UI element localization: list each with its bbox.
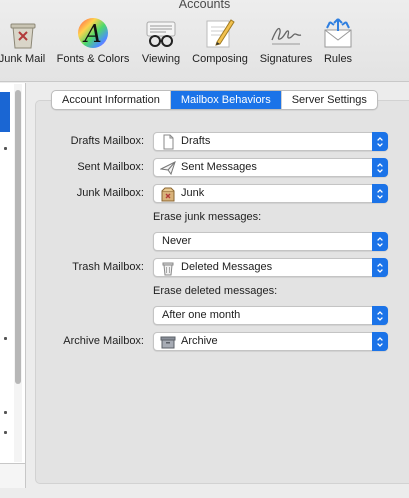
- drafts-mailbox-label: Drafts Mailbox:: [70, 135, 144, 147]
- chevron-updown-icon: [372, 332, 388, 351]
- rules-envelope-icon: [321, 16, 355, 50]
- erase-junk-popup[interactable]: Never: [153, 232, 388, 251]
- toolbar-composing[interactable]: Composing: [188, 16, 252, 72]
- toolbar-label: Signatures: [259, 53, 313, 65]
- sent-mailbox-label: Sent Mailbox:: [77, 161, 144, 173]
- chevron-updown-icon: [372, 158, 388, 177]
- svg-text:A: A: [82, 20, 101, 48]
- popup-value: Drafts: [181, 135, 211, 147]
- toolbar: Accounts Junk Mail A Fonts & Colors View…: [0, 0, 409, 82]
- popup-value: After one month: [162, 309, 241, 321]
- chevron-updown-icon: [372, 232, 388, 251]
- trash-icon: [160, 260, 176, 276]
- document-icon: [160, 134, 176, 150]
- erase-deleted-label: Erase deleted messages:: [153, 285, 278, 297]
- account-row-marker: [4, 147, 7, 150]
- sidebar-bottom-bar: [0, 463, 26, 488]
- toolbar-fonts-colors[interactable]: A Fonts & Colors: [53, 16, 133, 72]
- toolbar-label: Viewing: [141, 53, 181, 65]
- archive-mailbox-popup[interactable]: Archive: [153, 332, 388, 351]
- tab-bar: Account Information Mailbox Behaviors Se…: [51, 90, 378, 110]
- viewing-glasses-icon: [144, 16, 178, 50]
- trash-mailbox-label: Trash Mailbox:: [72, 261, 144, 273]
- toolbar-label: Composing: [192, 53, 248, 65]
- drafts-mailbox-popup[interactable]: Drafts: [153, 132, 388, 151]
- toolbar-label: Fonts & Colors: [56, 53, 130, 65]
- trash-mailbox-popup[interactable]: Deleted Messages: [153, 258, 388, 277]
- erase-deleted-popup[interactable]: After one month: [153, 306, 388, 325]
- popup-value: Sent Messages: [181, 161, 257, 173]
- archive-box-icon: [160, 334, 176, 350]
- popup-value: Archive: [181, 335, 218, 347]
- toolbar-label: Rules: [323, 53, 353, 65]
- chevron-updown-icon: [372, 258, 388, 277]
- toolbar-junk-mail[interactable]: Junk Mail: [0, 16, 48, 72]
- popup-value: Never: [162, 235, 192, 247]
- fonts-colors-icon: A: [76, 16, 110, 50]
- signature-icon: [269, 16, 303, 50]
- toolbar-signatures[interactable]: Signatures: [256, 16, 316, 72]
- composing-pencil-icon: [203, 16, 237, 50]
- sent-mailbox-popup[interactable]: Sent Messages: [153, 158, 388, 177]
- popup-value: Junk: [181, 187, 205, 199]
- window-title: Accounts: [178, 0, 231, 11]
- chevron-updown-icon: [372, 306, 388, 325]
- tab-mailbox-behaviors[interactable]: Mailbox Behaviors: [170, 91, 282, 109]
- selected-account-row[interactable]: [0, 92, 10, 132]
- account-row-marker: [4, 411, 7, 414]
- junk-box-icon: [160, 186, 176, 202]
- junk-mail-icon: [5, 16, 39, 50]
- account-row-marker: [4, 431, 7, 434]
- chevron-updown-icon: [372, 132, 388, 151]
- chevron-updown-icon: [372, 184, 388, 203]
- paper-plane-icon: [159, 160, 176, 176]
- erase-junk-label: Erase junk messages:: [153, 211, 262, 223]
- toolbar-rules[interactable]: Rules: [320, 16, 356, 72]
- toolbar-viewing[interactable]: Viewing: [138, 16, 184, 72]
- toolbar-label: Junk Mail: [0, 53, 46, 65]
- junk-mailbox-label: Junk Mailbox:: [76, 187, 144, 199]
- tab-account-information[interactable]: Account Information: [52, 91, 171, 109]
- popup-value: Deleted Messages: [181, 261, 273, 273]
- tab-server-settings[interactable]: Server Settings: [282, 91, 377, 109]
- archive-mailbox-label: Archive Mailbox:: [63, 335, 144, 347]
- junk-mailbox-popup[interactable]: Junk: [153, 184, 388, 203]
